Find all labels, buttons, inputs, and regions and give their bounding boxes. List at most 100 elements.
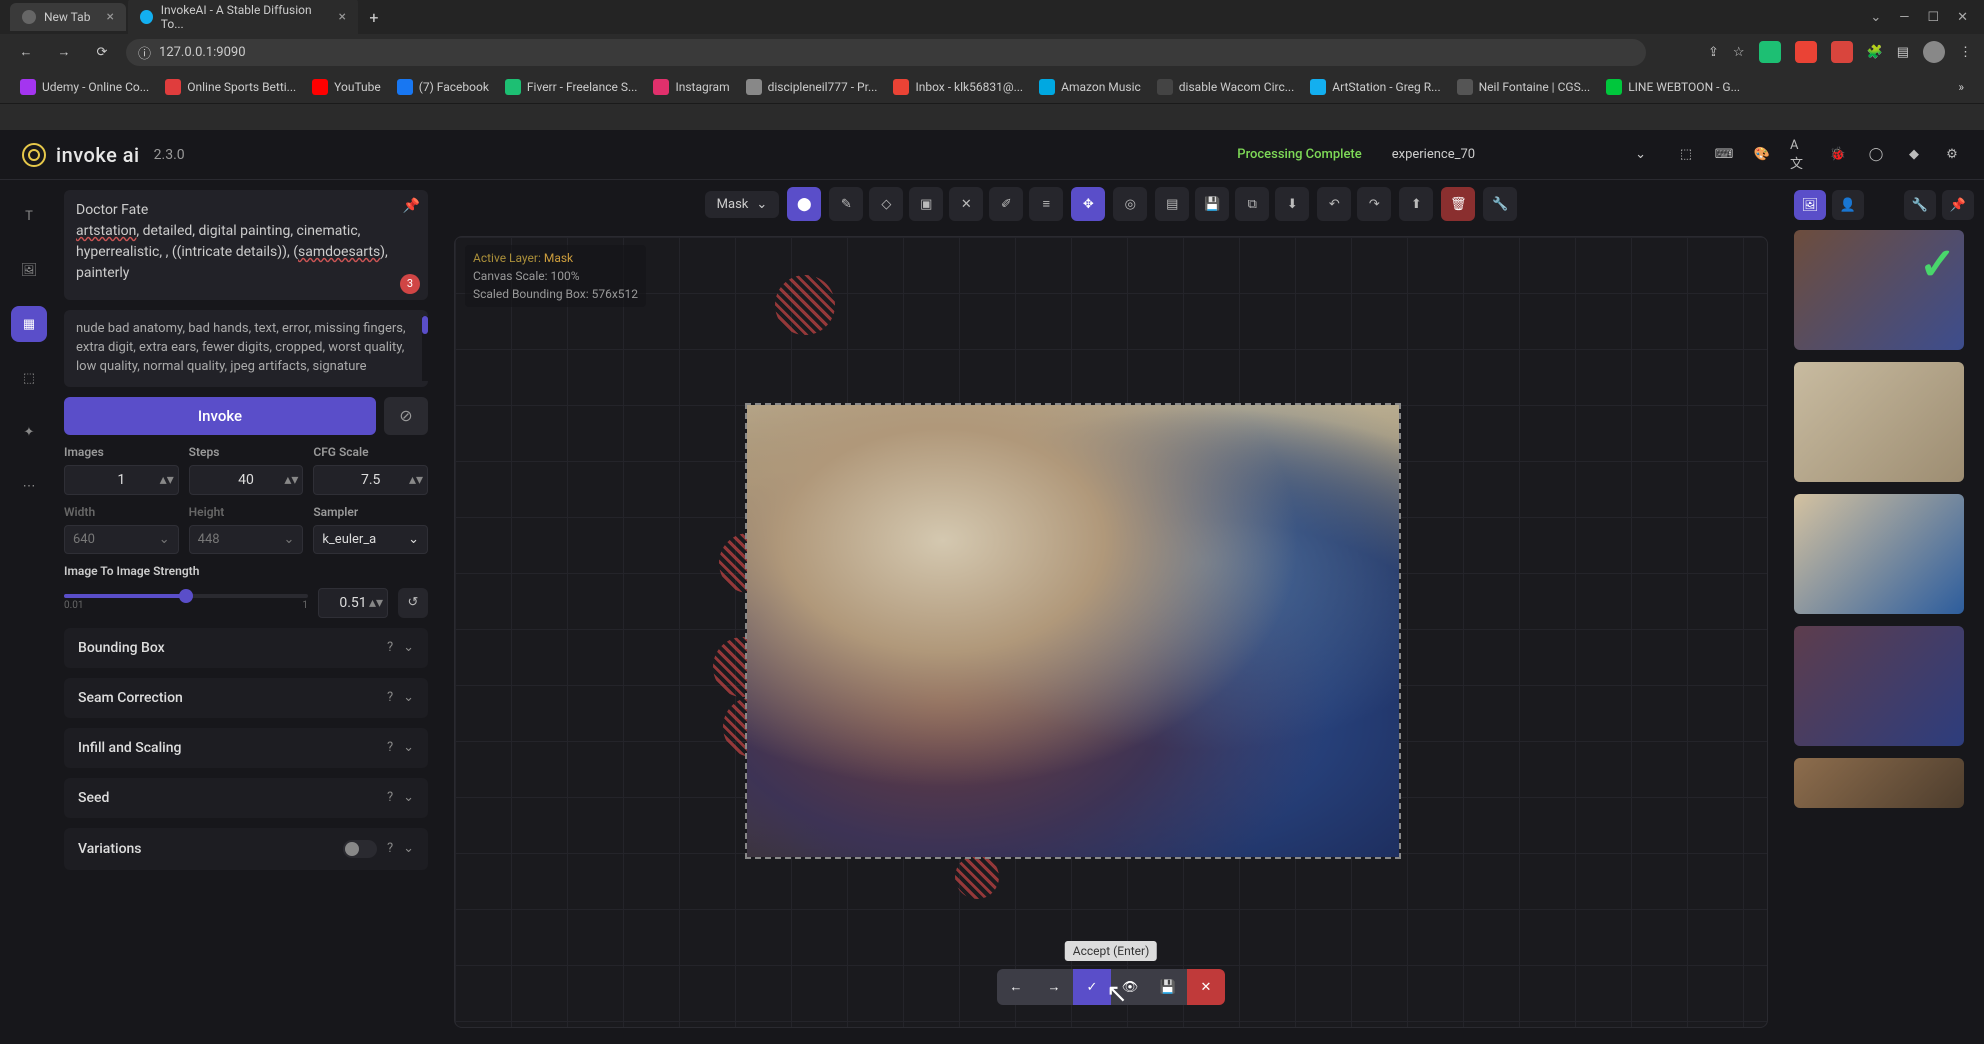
save-staging-button[interactable]: 💾 bbox=[1149, 969, 1187, 1005]
layer-select[interactable]: Mask⌄ bbox=[705, 191, 780, 218]
eraser-tool[interactable]: ◇ bbox=[869, 187, 903, 221]
gallery-thumbnail[interactable]: ✓ bbox=[1794, 230, 1964, 350]
bookmark-item[interactable]: Fiverr - Freelance S... bbox=[505, 79, 638, 95]
brush-tool[interactable]: ⬤ bbox=[787, 187, 821, 221]
sidepanel-icon[interactable]: ▤ bbox=[1897, 45, 1909, 60]
move-tool[interactable]: ✥ bbox=[1071, 187, 1105, 221]
wrench-icon[interactable]: 🔧 bbox=[1483, 187, 1517, 221]
help-icon[interactable]: ? bbox=[387, 690, 393, 705]
help-icon[interactable]: ? bbox=[387, 740, 393, 755]
bookmark-item[interactable]: Instagram bbox=[653, 79, 729, 95]
bookmark-item[interactable]: Online Sports Betti... bbox=[165, 79, 296, 95]
help-icon[interactable]: ? bbox=[387, 790, 393, 805]
profile-avatar[interactable] bbox=[1923, 41, 1945, 63]
maximize-icon[interactable]: ☐ bbox=[1927, 10, 1939, 25]
bookmark-item[interactable]: LINE WEBTOON - G... bbox=[1606, 79, 1740, 95]
gear-icon[interactable]: ⚙ bbox=[1942, 145, 1962, 165]
txt2img-tab[interactable]: T bbox=[11, 198, 47, 234]
star-icon[interactable]: ☆ bbox=[1733, 45, 1745, 60]
extension-icon[interactable] bbox=[1795, 41, 1817, 63]
scrollbar[interactable] bbox=[422, 316, 428, 381]
width-select[interactable]: 640⌄ bbox=[64, 525, 179, 554]
bookmark-item[interactable]: disable Wacom Circ... bbox=[1157, 79, 1294, 95]
img2img-tab[interactable]: 🖼 bbox=[11, 252, 47, 288]
stepper-icon[interactable]: ▴▾ bbox=[409, 468, 423, 492]
download-icon[interactable]: ⬇ bbox=[1275, 187, 1309, 221]
gallery-results-tab[interactable]: 🖼 bbox=[1794, 190, 1826, 220]
save-icon[interactable]: 💾 bbox=[1195, 187, 1229, 221]
extension-icon[interactable] bbox=[1831, 41, 1853, 63]
pencil-tool[interactable]: ✎ bbox=[829, 187, 863, 221]
transform-tool[interactable]: ◎ bbox=[1113, 187, 1147, 221]
clear-tool[interactable]: ✕ bbox=[949, 187, 983, 221]
cfg-input[interactable]: 7.5▴▾ bbox=[313, 465, 428, 495]
upload-icon[interactable]: ⬆ bbox=[1399, 187, 1433, 221]
toggle-visibility-button[interactable]: 👁 bbox=[1111, 969, 1149, 1005]
bookmark-item[interactable]: Inbox - klk56831@... bbox=[893, 79, 1023, 95]
extensions-icon[interactable]: 🧩 bbox=[1867, 45, 1883, 60]
forward-button[interactable]: → bbox=[50, 38, 78, 66]
cube-icon[interactable]: ⬚ bbox=[1676, 145, 1696, 165]
nodes-tab[interactable]: ⬚ bbox=[11, 360, 47, 396]
copy-icon[interactable]: ⧉ bbox=[1235, 187, 1269, 221]
info-icon[interactable]: ⓘ bbox=[138, 43, 151, 62]
next-button[interactable]: → bbox=[1035, 969, 1073, 1005]
accept-button[interactable]: ✓ bbox=[1073, 969, 1111, 1005]
gallery-thumbnail[interactable] bbox=[1794, 362, 1964, 482]
bookmark-item[interactable]: Neil Fontaine | CGS... bbox=[1457, 79, 1591, 95]
language-icon[interactable]: A文 bbox=[1790, 145, 1810, 165]
bookmark-item[interactable]: YouTube bbox=[312, 79, 381, 95]
canvas-tab[interactable]: ▦ bbox=[11, 306, 47, 342]
negative-prompt[interactable]: nude bad anatomy, bad hands, text, error… bbox=[64, 310, 428, 387]
images-input[interactable]: 1▴▾ bbox=[64, 465, 179, 495]
invoke-button[interactable]: Invoke bbox=[64, 397, 376, 435]
palette-icon[interactable]: 🎨 bbox=[1752, 145, 1772, 165]
cancel-button[interactable]: ⊘ bbox=[384, 397, 428, 435]
delete-icon[interactable]: 🗑 bbox=[1441, 187, 1475, 221]
gallery-thumbnail[interactable] bbox=[1794, 494, 1964, 614]
gallery-thumbnail[interactable] bbox=[1794, 758, 1964, 808]
training-tab[interactable]: ⋯ bbox=[11, 468, 47, 504]
close-icon[interactable]: ✕ bbox=[1957, 10, 1968, 25]
chevron-down-icon[interactable]: ⌄ bbox=[1870, 10, 1881, 25]
bookmark-item[interactable]: discipleneil777 - Pr... bbox=[746, 79, 878, 95]
variations-toggle[interactable] bbox=[343, 840, 377, 858]
layers-icon[interactable]: ▤ bbox=[1155, 187, 1189, 221]
canvas-image[interactable] bbox=[745, 403, 1401, 859]
reload-button[interactable]: ⟳ bbox=[88, 38, 116, 66]
stepper-icon[interactable]: ▴▾ bbox=[160, 468, 174, 492]
infill-scaling-section[interactable]: Infill and Scaling?⌄ bbox=[64, 728, 428, 768]
bookmark-item[interactable]: ArtStation - Greg R... bbox=[1310, 79, 1440, 95]
bookmark-item[interactable]: (7) Facebook bbox=[397, 79, 489, 95]
bug-icon[interactable]: 🐞 bbox=[1828, 145, 1848, 165]
strength-slider[interactable] bbox=[64, 594, 308, 598]
redo-icon[interactable]: ↷ bbox=[1357, 187, 1391, 221]
help-icon[interactable]: ? bbox=[387, 640, 393, 655]
seed-section[interactable]: Seed?⌄ bbox=[64, 778, 428, 818]
positive-prompt[interactable]: 📌 Doctor Fate artstation, detailed, digi… bbox=[64, 190, 428, 300]
close-icon[interactable]: × bbox=[106, 9, 113, 25]
bookmark-item[interactable]: Udemy - Online Co... bbox=[20, 79, 149, 95]
eyedropper-tool[interactable]: ✐ bbox=[989, 187, 1023, 221]
bookmarks-overflow[interactable]: » bbox=[1958, 80, 1964, 94]
postprocess-tab[interactable]: ✦ bbox=[11, 414, 47, 450]
browser-tab[interactable]: New Tab × bbox=[10, 3, 126, 31]
pin-icon[interactable]: 📌 bbox=[403, 196, 420, 217]
menu-icon[interactable]: ⋮ bbox=[1959, 45, 1972, 60]
gallery-thumbnail[interactable] bbox=[1794, 626, 1964, 746]
browser-tab-active[interactable]: InvokeAI - A Stable Diffusion To... × bbox=[128, 0, 358, 37]
share-icon[interactable]: ⇪ bbox=[1708, 45, 1719, 60]
variations-section[interactable]: Variations?⌄ bbox=[64, 828, 428, 870]
stepper-icon[interactable]: ▴▾ bbox=[369, 591, 383, 615]
height-select[interactable]: 448⌄ bbox=[189, 525, 304, 554]
bookmark-item[interactable]: Amazon Music bbox=[1039, 79, 1141, 95]
prev-button[interactable]: ← bbox=[997, 969, 1035, 1005]
stepper-icon[interactable]: ▴▾ bbox=[284, 468, 298, 492]
extension-icon[interactable] bbox=[1759, 41, 1781, 63]
seam-correction-section[interactable]: Seam Correction?⌄ bbox=[64, 678, 428, 718]
bounding-box-section[interactable]: Bounding Box?⌄ bbox=[64, 628, 428, 668]
back-button[interactable]: ← bbox=[12, 38, 40, 66]
keyboard-icon[interactable]: ⌨ bbox=[1714, 145, 1734, 165]
discord-icon[interactable]: ◆ bbox=[1904, 145, 1924, 165]
github-icon[interactable]: ◯ bbox=[1866, 145, 1886, 165]
